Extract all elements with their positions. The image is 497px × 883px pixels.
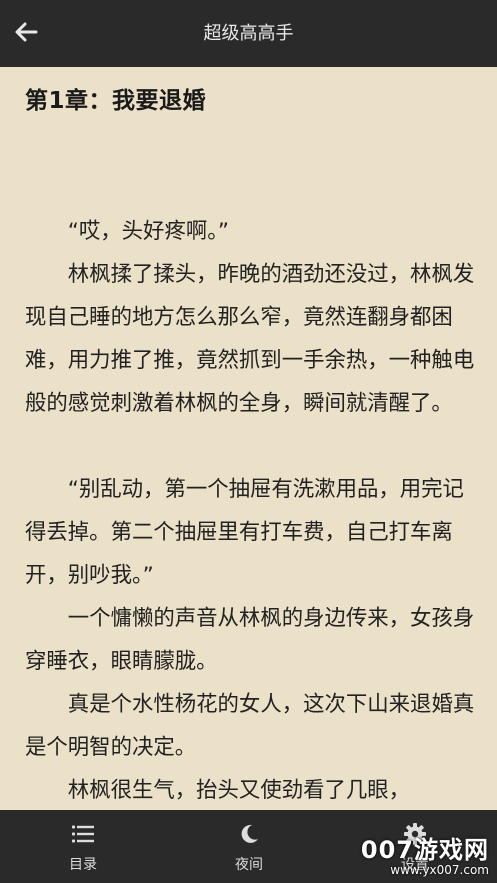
- paragraph: “哎，头好疼啊。”: [67, 219, 229, 244]
- moon-icon: [238, 822, 260, 846]
- paragraph: “别乱动，第一个抽屉有洗漱用品，用完记得丢掉。第二个抽屉里有打车费，自己打车离开…: [25, 477, 464, 588]
- book-title: 超级高高手: [203, 23, 294, 44]
- nav-catalog-label: 目录: [69, 857, 97, 873]
- paragraph: 林枫揉了揉头，昨晚的酒劲还没过，林枫发现自己睡的地方怎么那么窄，竟然连翻身都困难…: [25, 262, 475, 416]
- nav-night-label: 夜间: [235, 857, 263, 873]
- paragraph: 真是个水性杨花的女人，这次下山来退婚真是个明智的决定。: [25, 692, 475, 760]
- top-app-bar: 超级高高手: [0, 0, 497, 67]
- nav-night-mode[interactable]: 夜间: [194, 810, 304, 883]
- nav-settings-label: 设置: [401, 857, 429, 873]
- paragraph: 林枫很生气，抬头又使劲看了几眼，: [67, 778, 411, 803]
- gear-icon: [403, 822, 427, 846]
- nav-settings[interactable]: 设置: [360, 810, 470, 883]
- chapter-title: 第1章：我要退婚: [25, 88, 207, 114]
- reader-content: 第1章：我要退婚 “哎，头好疼啊。” 林枫揉了揉头，昨晚的酒劲还没过，林枫发现自…: [0, 67, 497, 810]
- nav-catalog[interactable]: 目录: [28, 810, 138, 883]
- paragraph: 一个慵懒的声音从林枫的身边传来，女孩身穿睡衣，眼睛朦胧。: [25, 606, 475, 674]
- bottom-nav-bar: 目录 夜间 设置 007游戏网 www.yx007.com: [0, 810, 497, 883]
- list-icon: [71, 822, 95, 846]
